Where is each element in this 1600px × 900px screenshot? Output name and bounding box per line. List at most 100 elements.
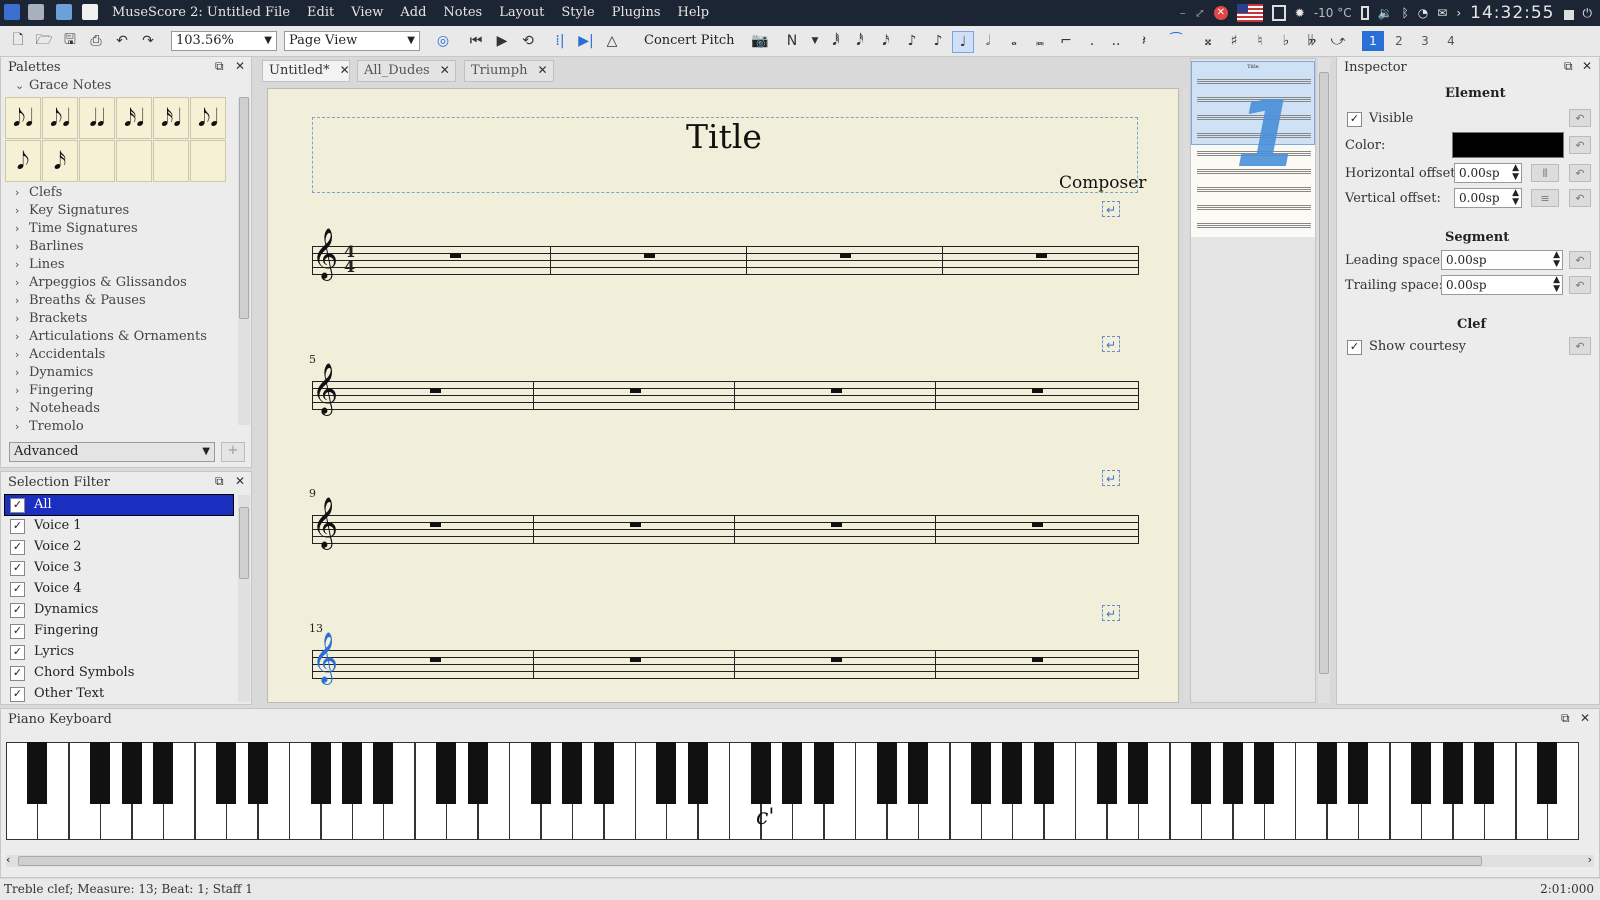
time-signature[interactable]: 44: [344, 244, 355, 275]
tab-all-dudes[interactable]: All_Dudes ✕: [357, 60, 456, 82]
workspace-select[interactable]: Advanced ▼: [9, 442, 215, 462]
palette-section-clefs[interactable]: › Clefs: [15, 185, 62, 200]
piano-black-key[interactable]: [1442, 742, 1463, 804]
rest-icon[interactable]: 𝄽: [1134, 31, 1154, 51]
reset-icon[interactable]: ↶: [1569, 136, 1591, 154]
loop-in-icon[interactable]: ⁞|: [550, 31, 570, 51]
bluetooth-icon[interactable]: ᛒ: [1402, 6, 1409, 20]
spin-arrows-icon[interactable]: ▲ ▼: [1553, 276, 1560, 294]
float-panel-icon[interactable]: ⧉: [215, 59, 224, 74]
score-composer[interactable]: Composer: [1059, 173, 1146, 193]
system-break-icon[interactable]: ↵: [1102, 470, 1120, 486]
filter-lyrics[interactable]: ✓ Lyrics: [5, 642, 233, 662]
grace-acciaccatura-cell[interactable]: 𝅘𝅥𝅮𝅘𝅥: [5, 97, 41, 139]
chevron-down-icon[interactable]: ▼: [805, 31, 825, 51]
piano-black-key[interactable]: [1348, 742, 1369, 804]
whole-measure-rest[interactable]: [1036, 253, 1047, 258]
close-icon[interactable]: ✕: [235, 59, 245, 73]
menu-help[interactable]: Help: [678, 5, 710, 20]
checkbox-checked-icon[interactable]: ✓: [10, 561, 25, 576]
barline[interactable]: [533, 381, 534, 410]
whole-measure-rest[interactable]: [1032, 657, 1043, 662]
grace-appoggiatura-cell[interactable]: 𝅘𝅥𝅮𝅘𝅥: [42, 97, 78, 139]
checkbox-checked-icon[interactable]: ✓: [10, 645, 25, 660]
filter-voice-1[interactable]: ✓ Voice 1: [5, 516, 233, 536]
palette-section-accidentals[interactable]: › Accidentals: [15, 347, 105, 362]
open-file-icon[interactable]: 🗁: [34, 31, 54, 51]
piano-black-key[interactable]: [750, 742, 771, 804]
piano-black-key[interactable]: [121, 742, 142, 804]
barline[interactable]: [1138, 515, 1139, 544]
barline[interactable]: [746, 246, 747, 275]
duration-quarter-icon[interactable]: ♩: [952, 31, 974, 53]
scrollbar-thumb[interactable]: [239, 507, 249, 579]
checkbox-checked-icon[interactable]: ✓: [10, 519, 25, 534]
battery-icon[interactable]: [1360, 6, 1369, 20]
whole-measure-rest[interactable]: [630, 388, 641, 393]
piano-black-key[interactable]: [90, 742, 111, 804]
barline[interactable]: [1138, 246, 1139, 275]
piano-black-key[interactable]: [1128, 742, 1149, 804]
double-sharp-icon[interactable]: 𝄪: [1198, 31, 1218, 51]
piano-black-key[interactable]: [1191, 742, 1212, 804]
duration-long-icon[interactable]: ⌐: [1056, 31, 1076, 51]
score-canvas[interactable]: Title Composer 𝄞 4 4 ↵ 𝄞 5 ↵ 𝄞 9 ↵ 𝄞 13 ↵: [267, 88, 1179, 703]
grace-eighth-after2-cell[interactable]: 𝅘𝅥𝅮: [5, 140, 41, 182]
whole-measure-rest[interactable]: [630, 657, 641, 662]
play-icon[interactable]: ▶: [492, 31, 512, 51]
volume-icon[interactable]: 🔉: [1378, 6, 1393, 20]
menu-add[interactable]: Add: [400, 5, 426, 20]
piano-black-key[interactable]: [373, 742, 394, 804]
checkbox-checked-icon[interactable]: ✓: [10, 666, 25, 681]
filter-all[interactable]: ✓ All: [4, 494, 234, 516]
wifi-icon[interactable]: ◔: [1418, 6, 1428, 20]
piano-black-key[interactable]: [1537, 742, 1558, 804]
add-workspace-button[interactable]: +: [221, 442, 245, 462]
float-panel-icon[interactable]: ⧉: [215, 474, 224, 489]
close-tab-icon[interactable]: ✕: [537, 63, 547, 77]
duration-16th-icon[interactable]: 𝅘𝅥𝅯: [876, 31, 896, 51]
piano-black-key[interactable]: [1411, 742, 1432, 804]
palette-section-lines[interactable]: › Lines: [15, 257, 65, 272]
us-flag-icon[interactable]: [1236, 4, 1263, 22]
piano-black-key[interactable]: [27, 742, 48, 804]
reset-icon[interactable]: ↶: [1569, 109, 1591, 127]
view-mode-select[interactable]: Page View ▼: [284, 31, 420, 51]
piano-black-key[interactable]: [153, 742, 174, 804]
palette-section-fingering[interactable]: › Fingering: [15, 383, 94, 398]
filter-other-text[interactable]: ✓ Other Text: [5, 684, 233, 704]
checkbox-checked-icon[interactable]: ✓: [10, 498, 25, 513]
whole-measure-rest[interactable]: [831, 388, 842, 393]
redo-icon[interactable]: ↷: [138, 31, 158, 51]
tie-icon[interactable]: ⁀: [1166, 31, 1186, 51]
barline[interactable]: [935, 515, 936, 544]
reset-icon[interactable]: ↶: [1569, 251, 1591, 269]
spin-arrows-icon[interactable]: ▲ ▼: [1553, 251, 1560, 269]
voice-1-button[interactable]: 1: [1362, 31, 1384, 51]
close-icon[interactable]: ✕: [1580, 711, 1590, 725]
menu-view[interactable]: View: [351, 5, 383, 20]
barline[interactable]: [1138, 381, 1139, 410]
piano-black-key[interactable]: [467, 742, 488, 804]
tab-untitled[interactable]: Untitled* ✕: [262, 60, 350, 82]
duration-32nd-icon[interactable]: 𝅘𝅥𝅰: [850, 31, 870, 51]
barline[interactable]: [1138, 650, 1139, 679]
palette-section-brackets[interactable]: › Brackets: [15, 311, 87, 326]
print-icon[interactable]: ⎙: [86, 31, 106, 51]
menu-notes[interactable]: Notes: [443, 5, 482, 20]
piano-black-key[interactable]: [310, 742, 331, 804]
vertical-offset-spinbox[interactable]: 0.00sp ▲ ▼: [1454, 188, 1522, 208]
piano-black-key[interactable]: [341, 742, 362, 804]
piano-black-key[interactable]: [1222, 742, 1243, 804]
leading-space-spinbox[interactable]: 0.00sp ▲ ▼: [1441, 250, 1563, 270]
whole-measure-rest[interactable]: [644, 253, 655, 258]
float-panel-icon[interactable]: ⧉: [1561, 711, 1570, 726]
clock[interactable]: 14:32:55: [1470, 3, 1554, 23]
flip-direction-icon[interactable]: ⤻: [1328, 31, 1348, 51]
checkbox-checked-icon[interactable]: ✓: [10, 687, 25, 702]
reset-icon[interactable]: ↶: [1569, 189, 1591, 207]
treble-clef[interactable]: 𝄞: [312, 632, 338, 683]
visible-checkbox-icon[interactable]: ✓: [1347, 112, 1362, 127]
treble-clef[interactable]: 𝄞: [312, 228, 338, 279]
palette-section-grace-notes[interactable]: ⌄ Grace Notes: [15, 78, 111, 93]
